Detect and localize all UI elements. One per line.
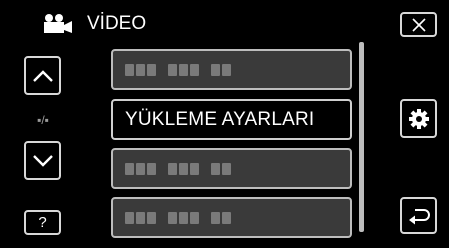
- menu-item-label: YÜKLEME AYARLARI: [125, 108, 315, 130]
- page-title: VİDEO: [87, 13, 147, 34]
- menu-item-3: [111, 148, 352, 189]
- close-icon: [411, 17, 426, 32]
- page-indicator: ▪/▪: [37, 113, 49, 127]
- back-button[interactable]: [400, 197, 437, 234]
- movie-camera-icon: [40, 13, 74, 35]
- scrollbar[interactable]: [359, 42, 364, 232]
- settings-button[interactable]: [400, 99, 437, 138]
- scroll-up-button[interactable]: [24, 56, 61, 95]
- return-icon: [408, 208, 430, 224]
- help-button[interactable]: ?: [24, 210, 61, 235]
- unavailable-item-placeholder: [125, 211, 243, 224]
- gear-icon: [408, 108, 429, 129]
- unavailable-item-placeholder: [125, 63, 243, 76]
- close-button[interactable]: [400, 12, 437, 37]
- chevron-up-icon: [32, 69, 53, 82]
- menu-item-upload-settings[interactable]: YÜKLEME AYARLARI: [111, 99, 352, 140]
- menu-item-4: [111, 197, 352, 238]
- scroll-down-button[interactable]: [24, 141, 61, 180]
- help-label: ?: [38, 214, 47, 231]
- menu-item-1: [111, 49, 352, 90]
- chevron-down-icon: [32, 154, 53, 167]
- unavailable-item-placeholder: [125, 162, 243, 175]
